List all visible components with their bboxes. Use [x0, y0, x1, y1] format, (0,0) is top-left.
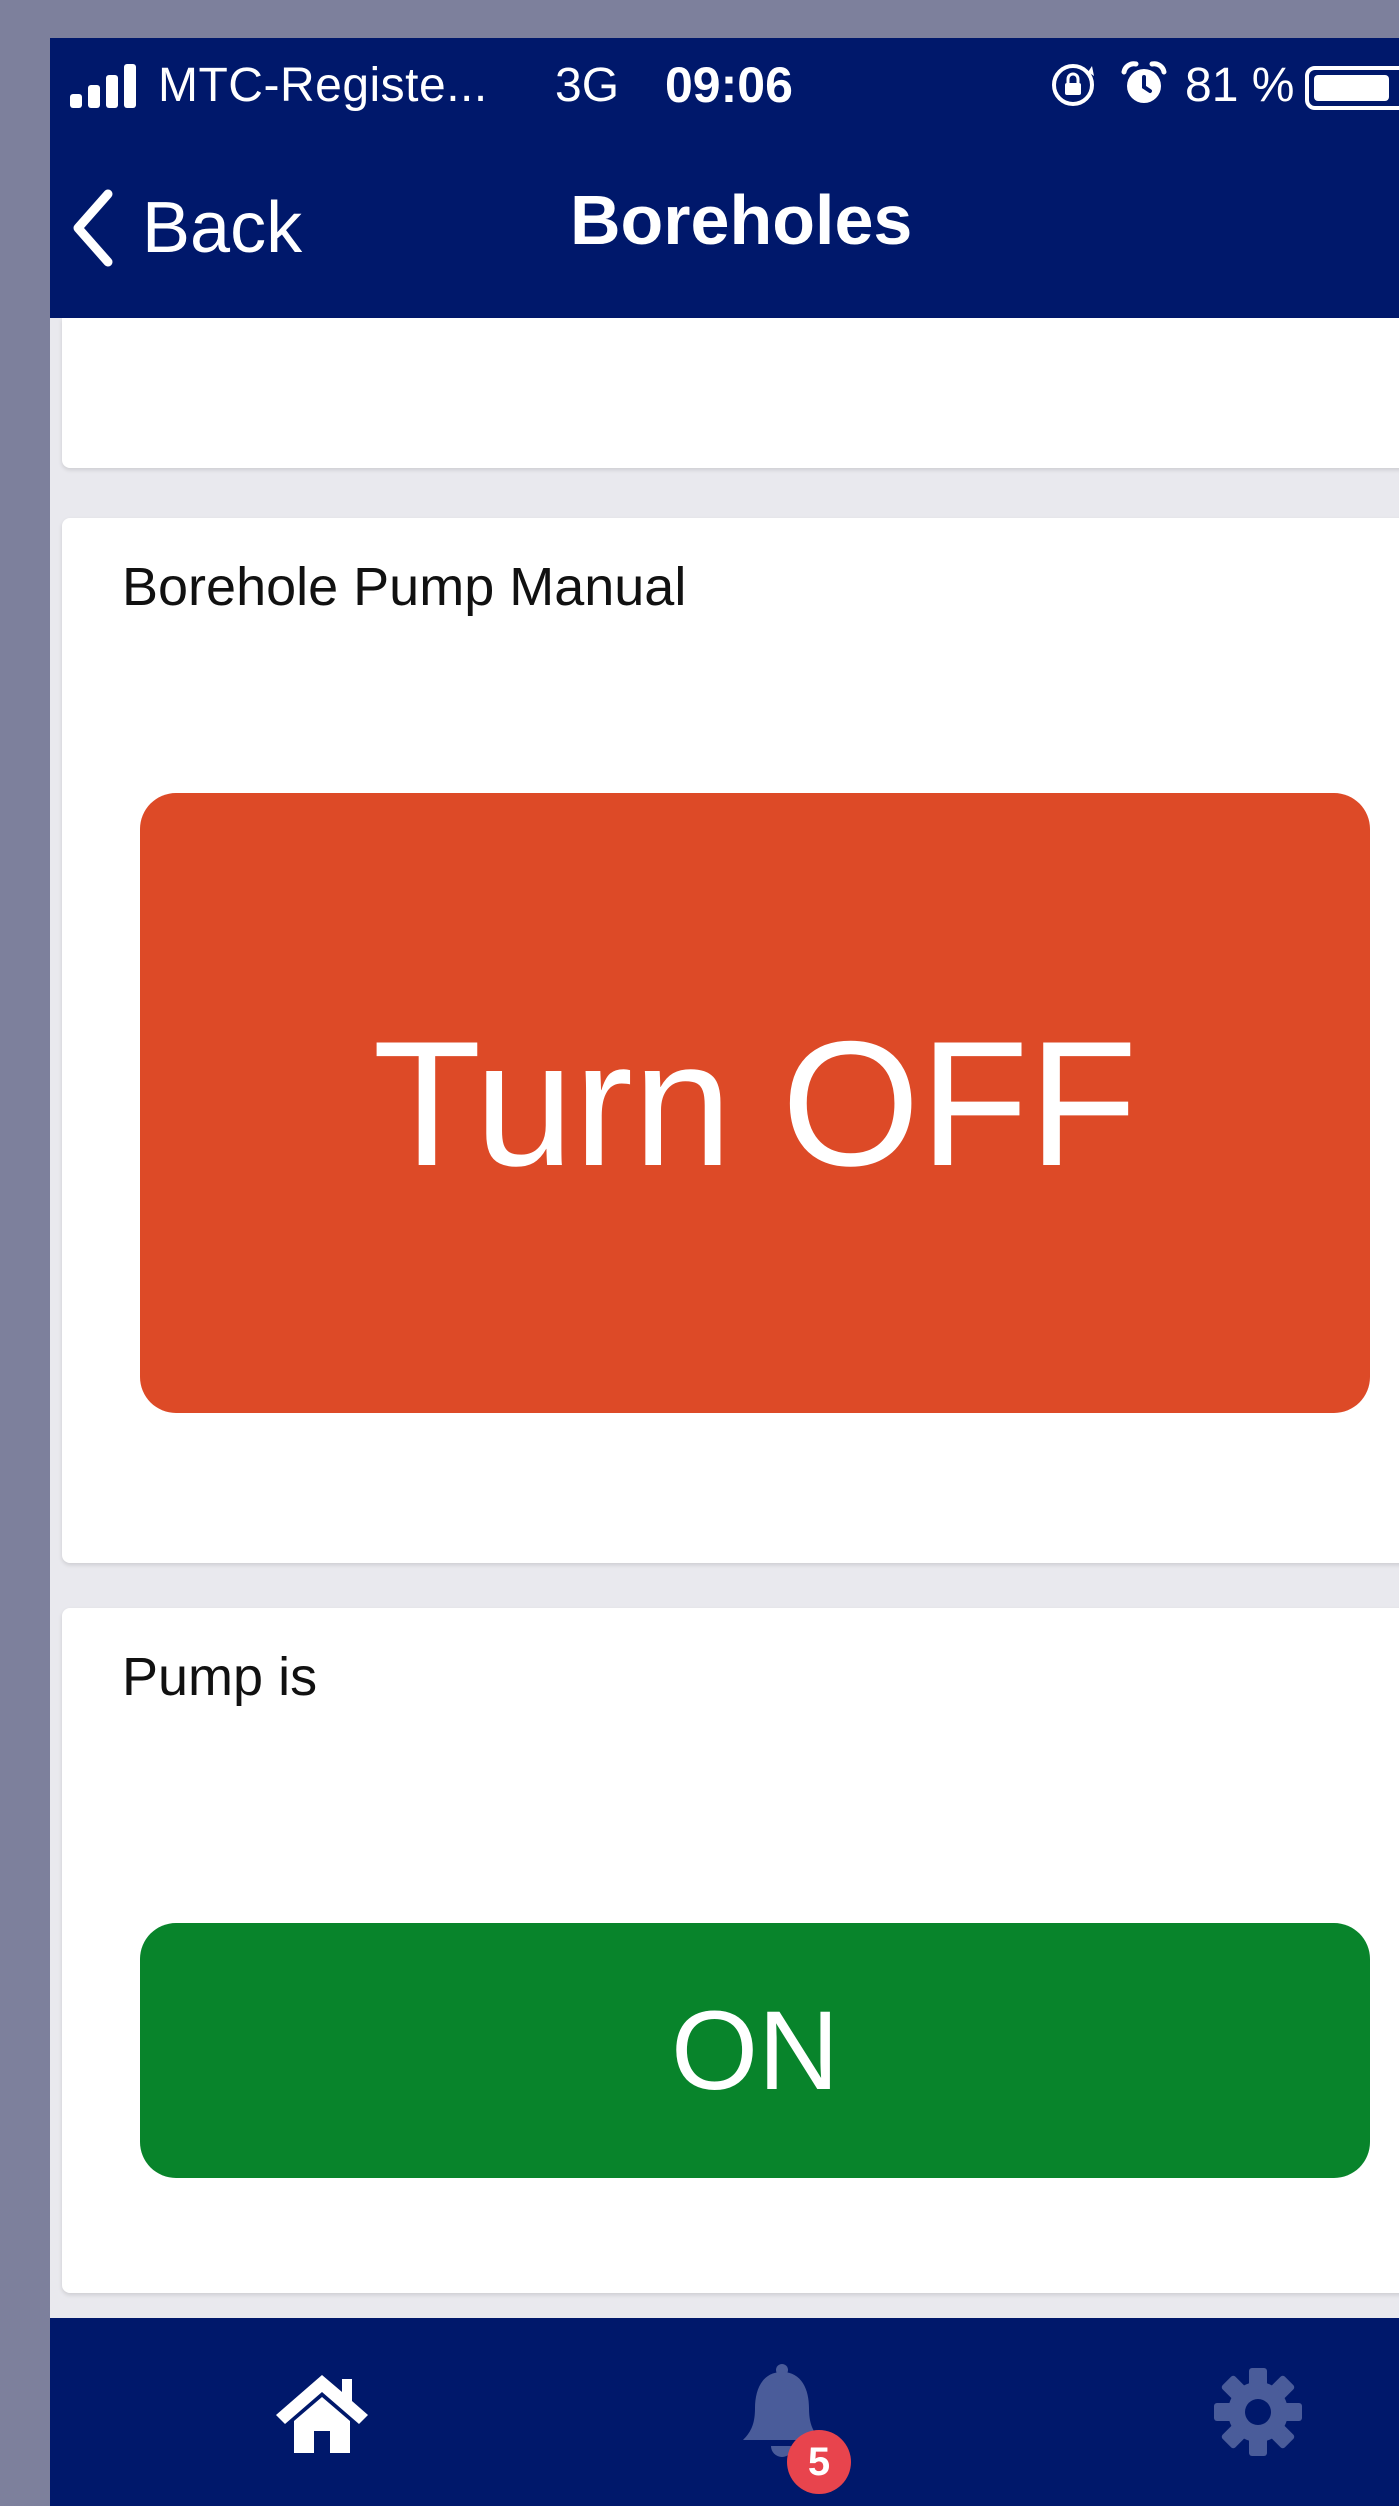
- status-bar: MTC-Registe... 3G 09:06 81 %: [50, 38, 1399, 138]
- status-time: 09:06: [665, 57, 793, 113]
- battery-percent: 81 %: [1185, 59, 1295, 112]
- header: MTC-Registe... 3G 09:06 81 % Back Boreho…: [50, 38, 1399, 318]
- pump-status-indicator: ON: [140, 1923, 1370, 2178]
- previous-card: [62, 318, 1399, 468]
- carrier-name: MTC-Registe...: [158, 59, 488, 112]
- home-icon: [276, 2375, 368, 2453]
- gear-icon: [1214, 2368, 1302, 2456]
- chevron-left-icon: [73, 189, 113, 267]
- battery-level: [1314, 75, 1389, 101]
- turn-off-button[interactable]: Turn OFF: [140, 793, 1370, 1413]
- network-type: 3G: [555, 59, 620, 112]
- pump-manual-card: Borehole Pump Manual Turn OFF: [62, 518, 1399, 1563]
- rotation-lock-icon: [1052, 64, 1094, 106]
- back-button[interactable]: Back: [70, 178, 302, 278]
- signal-icon: [70, 64, 136, 108]
- alarm-icon: [1121, 61, 1167, 103]
- pump-status-label: Pump is: [122, 1647, 318, 1707]
- alerts-badge: 5: [787, 2430, 851, 2494]
- tab-settings[interactable]: [1158, 2318, 1358, 2506]
- back-label: Back: [142, 188, 303, 268]
- tab-alerts[interactable]: 5: [682, 2318, 882, 2506]
- tab-bar: 5: [50, 2318, 1399, 2506]
- phone-screen: MTC-Registe... 3G 09:06 81 % Back Boreho…: [50, 38, 1399, 2506]
- page-title: Boreholes: [570, 181, 913, 259]
- battery-icon: [1305, 66, 1399, 110]
- tab-home[interactable]: [222, 2318, 422, 2506]
- pump-manual-label: Borehole Pump Manual: [122, 557, 687, 617]
- pump-status-card: Pump is ON: [62, 1608, 1399, 2293]
